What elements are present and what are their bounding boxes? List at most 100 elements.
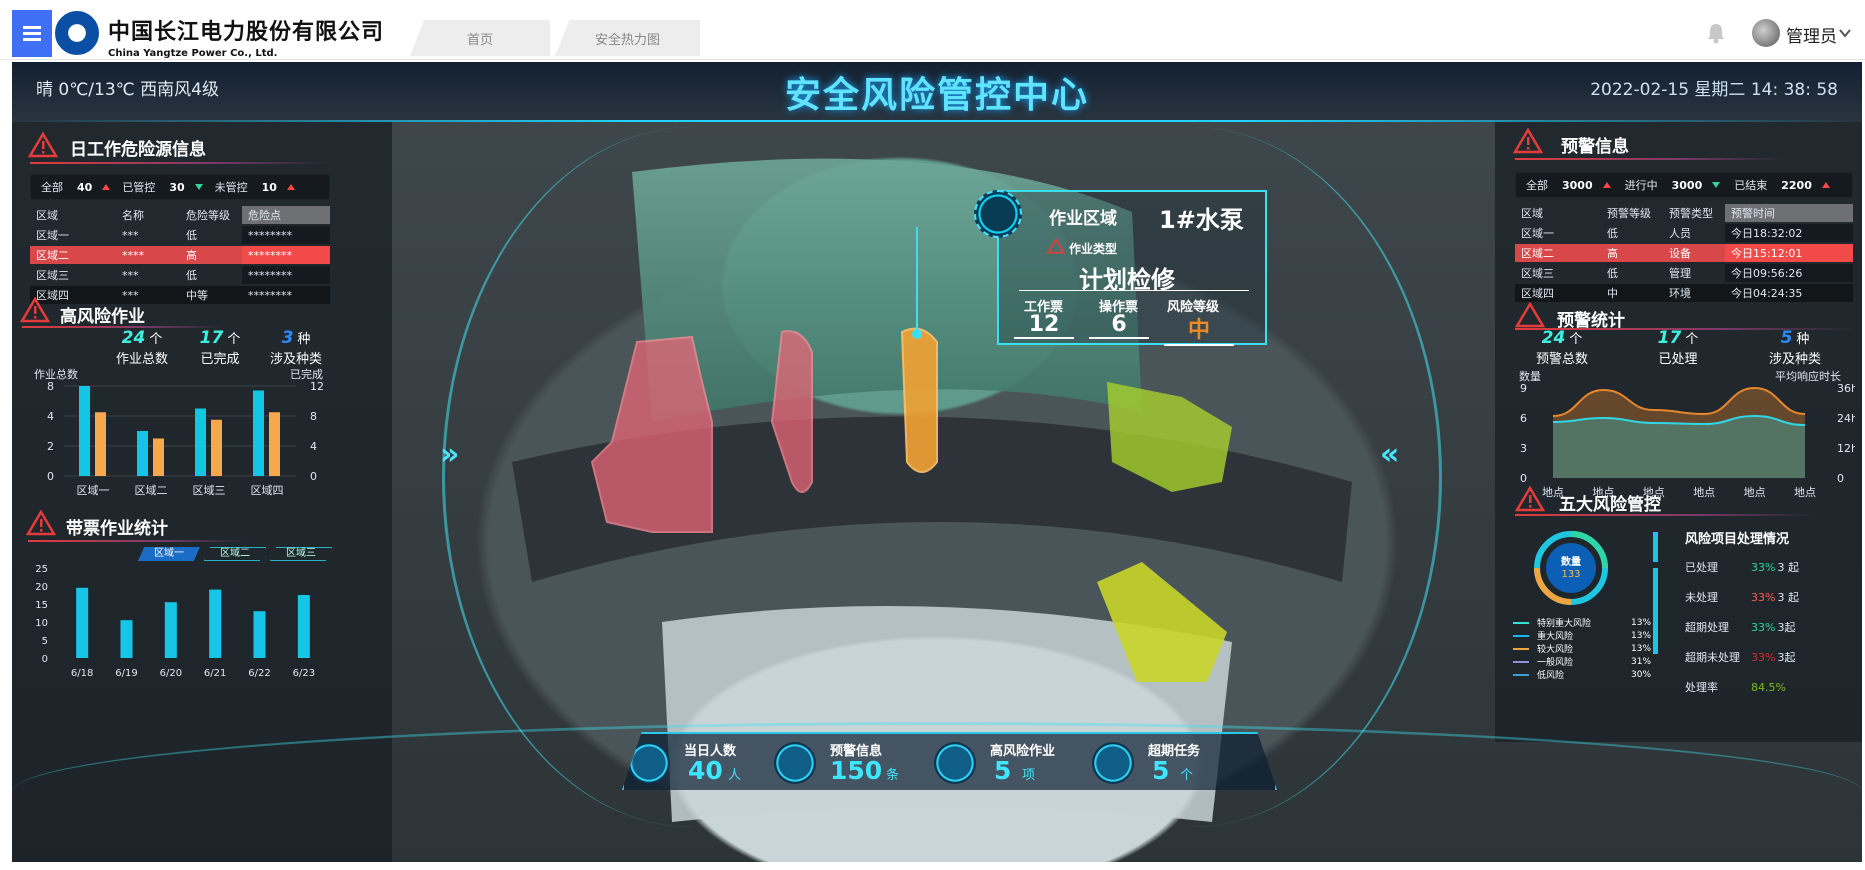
- table-row[interactable]: 区域四 中 环境 今日04:24:35: [1515, 284, 1853, 302]
- table-row[interactable]: 区域一 *** 低 ********: [30, 226, 330, 244]
- kpi-label: 涉及种类: [1768, 352, 1821, 367]
- table-cell: 区域二: [30, 246, 116, 264]
- kpi-value: 17: [199, 328, 224, 348]
- bell-icon[interactable]: [1706, 22, 1726, 44]
- work-type-label: 作业类型: [1069, 242, 1118, 256]
- table-cell: ********: [242, 286, 330, 304]
- tab-region-3[interactable]: 区域三: [270, 547, 332, 561]
- bar: [164, 602, 177, 658]
- status-bar-accent: [1653, 568, 1658, 654]
- y-tick-label: 0: [42, 654, 48, 665]
- company-logo: [55, 11, 99, 55]
- ticket-title-underline: [28, 540, 248, 542]
- zone-label: 作业区域: [1049, 209, 1117, 229]
- kpi-value: 17: [1657, 328, 1682, 348]
- hazard-title-underline: [30, 162, 330, 164]
- bar-completed: [269, 412, 280, 476]
- avatar[interactable]: [1752, 19, 1780, 47]
- status-title: 风险项目处理情况: [1685, 532, 1790, 547]
- legend-item: 低风险 30%: [1513, 668, 1683, 681]
- status-pct: 33%: [1751, 560, 1776, 574]
- kpi-label: 涉及种类: [269, 352, 322, 367]
- menu-toggle-button[interactable]: [12, 10, 52, 57]
- bar: [253, 611, 266, 658]
- tab-safety-heatmap[interactable]: 安全热力图: [555, 20, 700, 56]
- tab-region-1[interactable]: 区域一: [138, 547, 200, 561]
- kpi-alert-total: 24 个 预警总数: [1507, 328, 1617, 367]
- dashboard-title: 安全风险管控中心: [784, 75, 1089, 116]
- tab-region-2[interactable]: 区域二: [204, 547, 266, 561]
- legend-swatch: [1513, 634, 1529, 637]
- y-tick-label: 8: [47, 380, 54, 393]
- chevron-right-double-icon[interactable]: »: [440, 437, 459, 472]
- five-risks-underline: [1515, 514, 1815, 516]
- bottom-kpi-value: 5: [994, 756, 1012, 785]
- table-cell: 中: [1601, 284, 1663, 302]
- status-label: 已处理: [1685, 561, 1718, 574]
- x-tick-label: 6/20: [160, 668, 182, 679]
- chevron-down-icon[interactable]: [1838, 26, 1852, 40]
- table-row[interactable]: 区域二 **** 高 ********: [30, 246, 330, 264]
- legend-swatch: [1513, 647, 1529, 650]
- bar-total: [195, 408, 206, 476]
- table-cell: 区域四: [1515, 284, 1601, 302]
- table-row[interactable]: 区域一 低 人员 今日18:32:02: [1515, 224, 1853, 242]
- bottom-kpi-bar: 当日人数 40 人 预警信息 150 条 高风险作业 5 项 超期任务 5 个: [622, 732, 1277, 790]
- hazard-info-title: 日工作危险源信息: [70, 140, 206, 160]
- table-cell: 环境: [1663, 284, 1725, 302]
- table-cell: 中等: [180, 286, 242, 304]
- kpi-value: 3: [281, 328, 294, 348]
- alert-light-icon: [774, 742, 816, 784]
- alert-stats-bar: 全部 3000 进行中 3000 已结束 2200: [1515, 172, 1853, 198]
- work-area-card[interactable]: 作业区域 1#水泵 作业类型 计划检修 工作票 操作票 风险等级 12 6 中: [997, 190, 1267, 346]
- kpi-label: 预警总数: [1535, 352, 1588, 367]
- table-row[interactable]: 区域二 高 设备 今日15:12:01: [1515, 244, 1853, 262]
- donut-value: 133: [1561, 569, 1581, 580]
- y-tick-label: 6: [1520, 412, 1527, 425]
- high-risk-bar-chart: 0 0 2 4 4 8 8 12 区域一 区域二 区域三 区域四: [47, 380, 324, 497]
- chevron-left-double-icon[interactable]: «: [1380, 437, 1399, 472]
- table-cell: 管理: [1669, 267, 1691, 280]
- bottom-kpi-value: 40: [688, 756, 723, 785]
- legend-swatch: [1513, 673, 1529, 676]
- legend-swatch: [1513, 660, 1529, 663]
- table-cell: ********: [242, 226, 330, 244]
- alert-all-label: 全部: [1526, 179, 1548, 192]
- tab-home[interactable]: 首页: [410, 20, 550, 56]
- table-row[interactable]: 区域三 *** 低 ********: [30, 266, 330, 284]
- y-tick-label: 9: [1520, 382, 1527, 395]
- status-count: 3起: [1777, 621, 1796, 634]
- hazard-table: 区域 名称 危险等级 危险点 区域一 *** 低 ******** 区域二 **…: [30, 204, 330, 306]
- bar-total: [253, 390, 264, 476]
- hazard-controlled-value: 30: [169, 180, 185, 194]
- table-row[interactable]: 区域三 低 管理 今日09:56:26: [1515, 264, 1853, 282]
- warning-icon: [28, 132, 58, 158]
- user-name[interactable]: 管理员: [1786, 22, 1837, 47]
- bottom-kpi-unit: 人: [728, 768, 742, 783]
- alert-info-title: 预警信息: [1561, 137, 1629, 157]
- table-cell: ***: [122, 228, 139, 242]
- legend-name: 较大风险: [1537, 645, 1574, 655]
- up-arrow-icon: [1821, 182, 1830, 188]
- hazard-stats-bar: 全部 40 已管控 30 未管控 10: [30, 174, 330, 200]
- legend-item: 一般风险 31%: [1513, 655, 1683, 668]
- x-tick-label: 地点: [1794, 486, 1816, 499]
- column-header: 预警类型: [1669, 207, 1713, 220]
- bar: [76, 587, 89, 658]
- x-tick-label: 6/23: [293, 668, 315, 679]
- legend-name: 低风险: [1537, 671, 1565, 681]
- app-header: 中国长江电力股份有限公司 China Yangtze Power Co., Lt…: [0, 0, 1865, 60]
- company-name: 中国长江电力股份有限公司 China Yangtze Power Co., Lt…: [108, 14, 384, 59]
- kpi-alert-categories: 5种 涉及种类: [1740, 328, 1850, 367]
- table-header-row: 区域 名称 危险等级 危险点: [30, 206, 330, 224]
- bottom-kpi-unit: 项: [1022, 768, 1036, 783]
- table-cell: 人员: [1669, 227, 1691, 240]
- risk-level-value: 中: [1164, 312, 1234, 346]
- up-arrow-icon: [102, 184, 111, 190]
- status-label: 超期未处理: [1685, 651, 1740, 664]
- hazard-all-value: 40: [77, 180, 93, 194]
- y2-tick-label: 24h: [1837, 412, 1855, 425]
- table-cell: ***: [122, 268, 139, 282]
- y-tick-label: 10: [35, 618, 48, 629]
- warning-icon: [1515, 302, 1545, 328]
